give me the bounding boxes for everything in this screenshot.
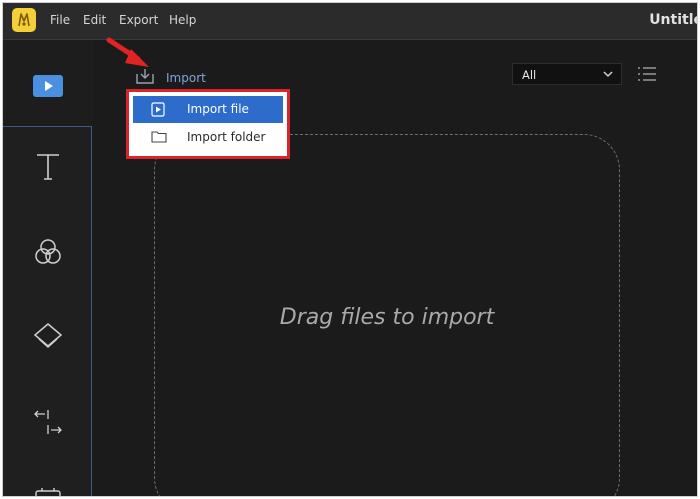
- window-title: Untitle: [649, 12, 698, 28]
- sidebar: [3, 40, 93, 496]
- import-folder-item[interactable]: Import folder: [133, 124, 283, 151]
- import-file-item[interactable]: Import file: [133, 96, 283, 123]
- filters-icon: [35, 239, 61, 264]
- filter-selected-value: All: [522, 68, 537, 82]
- import-dropdown: Import file Import folder: [126, 89, 290, 159]
- menu-edit[interactable]: Edit: [83, 13, 106, 27]
- sidebar-transitions-button[interactable]: [31, 405, 65, 439]
- sidebar-elements-button[interactable]: [31, 485, 65, 496]
- app-logo: [12, 8, 36, 32]
- transitions-icon: [34, 410, 62, 434]
- menu-file[interactable]: File: [50, 13, 70, 27]
- overlays-icon: [33, 323, 63, 349]
- folder-icon: [151, 131, 167, 143]
- annotation-arrow-icon: [106, 37, 149, 67]
- sidebar-media-button[interactable]: [31, 70, 65, 104]
- media-icon: [33, 75, 63, 97]
- import-button[interactable]: Import: [166, 71, 206, 85]
- sidebar-panel: [3, 126, 92, 496]
- elements-icon: [35, 488, 61, 496]
- sidebar-filters-button[interactable]: [31, 235, 65, 269]
- menu-help[interactable]: Help: [169, 13, 196, 27]
- video-file-icon: [151, 102, 165, 117]
- list-view-icon[interactable]: [637, 66, 657, 82]
- app-logo-icon: [18, 13, 30, 27]
- drop-zone[interactable]: Drag files to import: [154, 134, 620, 496]
- sidebar-text-button[interactable]: [31, 149, 65, 183]
- media-filter-select[interactable]: All: [512, 63, 622, 85]
- menu-export[interactable]: Export: [119, 13, 158, 27]
- drop-zone-text: Drag files to import: [279, 305, 495, 330]
- chevron-down-icon: [603, 71, 613, 78]
- import-folder-label: Import folder: [187, 130, 266, 144]
- main-area: Import All Drag files to import: [3, 40, 697, 496]
- menu-bar: File Edit Export Help Untitle: [3, 3, 697, 39]
- sidebar-overlays-button[interactable]: [31, 319, 65, 353]
- import-file-label: Import file: [187, 102, 249, 116]
- app-window: File Edit Export Help Untitle Import All…: [2, 2, 698, 497]
- text-icon: [37, 154, 59, 180]
